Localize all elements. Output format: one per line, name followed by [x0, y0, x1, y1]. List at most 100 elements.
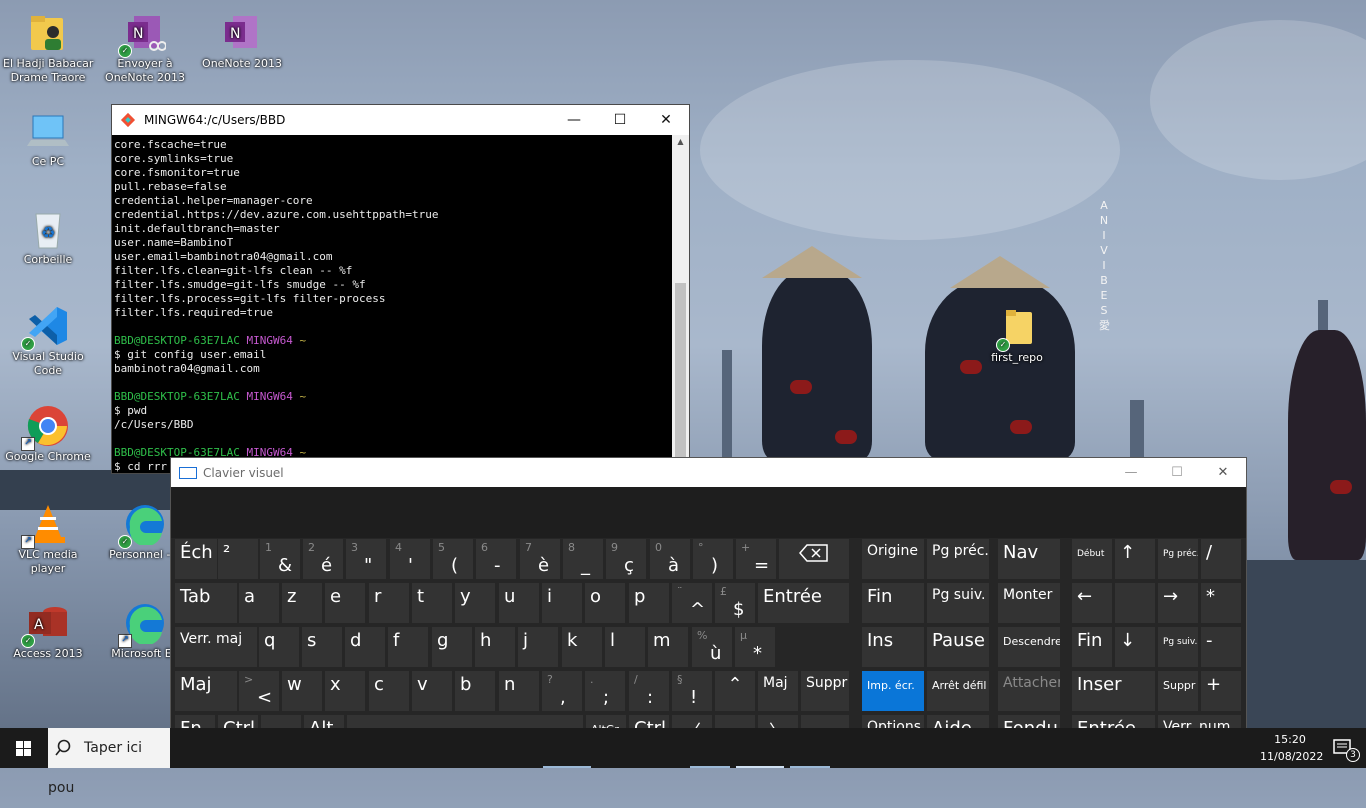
key-semi[interactable]: .; — [584, 670, 626, 712]
key-s[interactable]: s — [301, 626, 343, 668]
key-nav[interactable]: Nav — [997, 538, 1061, 580]
key-i[interactable]: i — [541, 582, 583, 624]
maximize-button[interactable]: ☐ — [1154, 458, 1200, 487]
scrollbar-thumb[interactable] — [675, 283, 686, 473]
key-f[interactable]: f — [387, 626, 429, 668]
key-pct[interactable]: % ù — [691, 626, 733, 668]
key-maj2[interactable]: Maj — [757, 670, 799, 712]
key-maj[interactable]: Maj — [174, 670, 238, 712]
key-inser[interactable]: Inser — [1071, 670, 1156, 712]
desktop-icon-onenote[interactable]: N OneNote 2013 — [197, 12, 287, 71]
key-np-down[interactable]: ↓ — [1114, 626, 1156, 668]
key-excl[interactable]: §! — [671, 670, 713, 712]
terminal-window[interactable]: MINGW64:/c/Users/BBD — ☐ ✕ core.fscache=… — [111, 104, 690, 474]
desktop-icon-chrome[interactable]: ↗ Google Chrome — [3, 405, 93, 464]
key-n4[interactable]: 4 ' — [389, 538, 431, 580]
minimize-button[interactable]: — — [551, 105, 597, 135]
key-o[interactable]: o — [584, 582, 626, 624]
key-deg[interactable]: °) — [692, 538, 734, 580]
close-button[interactable]: ✕ — [643, 105, 689, 135]
key-d[interactable]: d — [344, 626, 386, 668]
key-comma[interactable]: ?, — [541, 670, 583, 712]
key-circ[interactable]: ¨ ^ — [671, 582, 713, 624]
terminal-output[interactable]: core.fscache=true core.symlinks=true core.… — [112, 135, 672, 473]
key-c[interactable]: c — [368, 670, 410, 712]
key-monter[interactable]: Monter — [997, 582, 1061, 624]
key-mu[interactable]: µ * — [734, 626, 776, 668]
taskbar-search-box[interactable]: Taper ici pou — [48, 728, 170, 796]
key-e[interactable]: e — [324, 582, 366, 624]
key-pgsuiv[interactable]: Pg suiv. — [926, 582, 990, 624]
key-a[interactable]: a — [238, 582, 280, 624]
key-colon[interactable]: /: — [628, 670, 670, 712]
desktop-icon-user-folder[interactable]: El Hadji Babacar Drame Traore — [3, 12, 93, 85]
key-pause[interactable]: Pause — [926, 626, 990, 668]
key-up[interactable]: ⌃ — [714, 670, 756, 712]
key-debut[interactable]: Début — [1071, 538, 1113, 580]
key-ech[interactable]: Éch — [174, 538, 218, 580]
key-y[interactable]: y — [454, 582, 496, 624]
key-r[interactable]: r — [368, 582, 410, 624]
key-sup2[interactable]: ² — [217, 538, 259, 580]
notification-center-button[interactable]: 3 — [1332, 737, 1360, 762]
key-k[interactable]: k — [561, 626, 603, 668]
maximize-button[interactable]: ☐ — [597, 105, 643, 135]
key-plus[interactable]: + = — [735, 538, 777, 580]
key-np-left[interactable]: ← — [1071, 582, 1113, 624]
key-n1[interactable]: 1 & — [259, 538, 301, 580]
key-np-pgsuiv[interactable]: Pg suiv. — [1157, 626, 1199, 668]
key-z[interactable]: z — [281, 582, 323, 624]
key-tab[interactable]: Tab — [174, 582, 238, 624]
desktop-icon-vscode[interactable]: ✓ Visual Studio Code — [3, 305, 93, 378]
key-n5[interactable]: 5( — [432, 538, 474, 580]
key-t[interactable]: t — [411, 582, 453, 624]
key-ins[interactable]: Ins — [861, 626, 925, 668]
key-lt[interactable]: > < — [238, 670, 280, 712]
on-screen-keyboard-window[interactable]: Clavier visuel — ☐ ✕ Éch ² 1 & 2 é 3 " 4 ' 5(6-7 è 8… — [170, 457, 1247, 759]
key-m[interactable]: m — [647, 626, 689, 668]
key-g[interactable]: g — [431, 626, 473, 668]
close-button[interactable]: ✕ — [1200, 458, 1246, 487]
key-suppr[interactable]: Suppr — [800, 670, 850, 712]
key-l[interactable]: l — [604, 626, 646, 668]
key-n2[interactable]: 2é — [302, 538, 344, 580]
desktop-icon-first-repo[interactable]: ✓ first_repo — [972, 306, 1062, 365]
key-descendre[interactable]: Descendre — [997, 626, 1061, 668]
key-bksp[interactable] — [778, 538, 850, 580]
key-n8[interactable]: 8 _ — [562, 538, 604, 580]
key-blank1[interactable] — [1114, 582, 1156, 624]
key-n6[interactable]: 6- — [475, 538, 517, 580]
key-arretdefil[interactable]: Arrêt défil — [926, 670, 990, 712]
desktop-icon-vlc[interactable]: ↗ VLC media player — [3, 503, 93, 576]
key-pgprec[interactable]: Pg préc. — [926, 538, 990, 580]
key-np-fin[interactable]: Fin — [1071, 626, 1113, 668]
key-fin[interactable]: Fin — [861, 582, 925, 624]
key-q[interactable]: q — [258, 626, 300, 668]
key-np-star[interactable]: * — [1200, 582, 1242, 624]
taskbar-clock[interactable]: 15:20 11/08/2022 — [1260, 731, 1323, 765]
key-n9[interactable]: 9ç — [605, 538, 647, 580]
start-button[interactable] — [0, 728, 48, 768]
key-np-plus[interactable]: + — [1200, 670, 1242, 712]
key-x[interactable]: x — [324, 670, 366, 712]
terminal-scrollbar[interactable]: ▲ — [672, 135, 689, 473]
key-np-pgprec[interactable]: Pg préc. — [1157, 538, 1199, 580]
key-n3[interactable]: 3 " — [345, 538, 387, 580]
key-impecr[interactable]: Imp. écr. — [861, 670, 925, 712]
scroll-up-icon[interactable]: ▲ — [672, 137, 689, 146]
key-n[interactable]: n — [498, 670, 540, 712]
key-origine[interactable]: Origine — [861, 538, 925, 580]
key-np-up[interactable]: ↑ — [1114, 538, 1156, 580]
desktop-icon-send-to-onenote[interactable]: N ✓ Envoyer à OneNote 2013 — [100, 12, 190, 85]
key-v[interactable]: v — [411, 670, 453, 712]
key-np-minus[interactable]: - — [1200, 626, 1242, 668]
key-b[interactable]: b — [454, 670, 496, 712]
key-n7[interactable]: 7è — [519, 538, 561, 580]
key-np-slash[interactable]: / — [1200, 538, 1242, 580]
desktop-icon-access[interactable]: A ✓ Access 2013 — [3, 602, 93, 661]
key-n0[interactable]: 0à — [649, 538, 691, 580]
key-p[interactable]: p — [628, 582, 670, 624]
key-pound[interactable]: £ $ — [714, 582, 756, 624]
key-np-right[interactable]: → — [1157, 582, 1199, 624]
key-np-suppr[interactable]: Suppr — [1157, 670, 1199, 712]
